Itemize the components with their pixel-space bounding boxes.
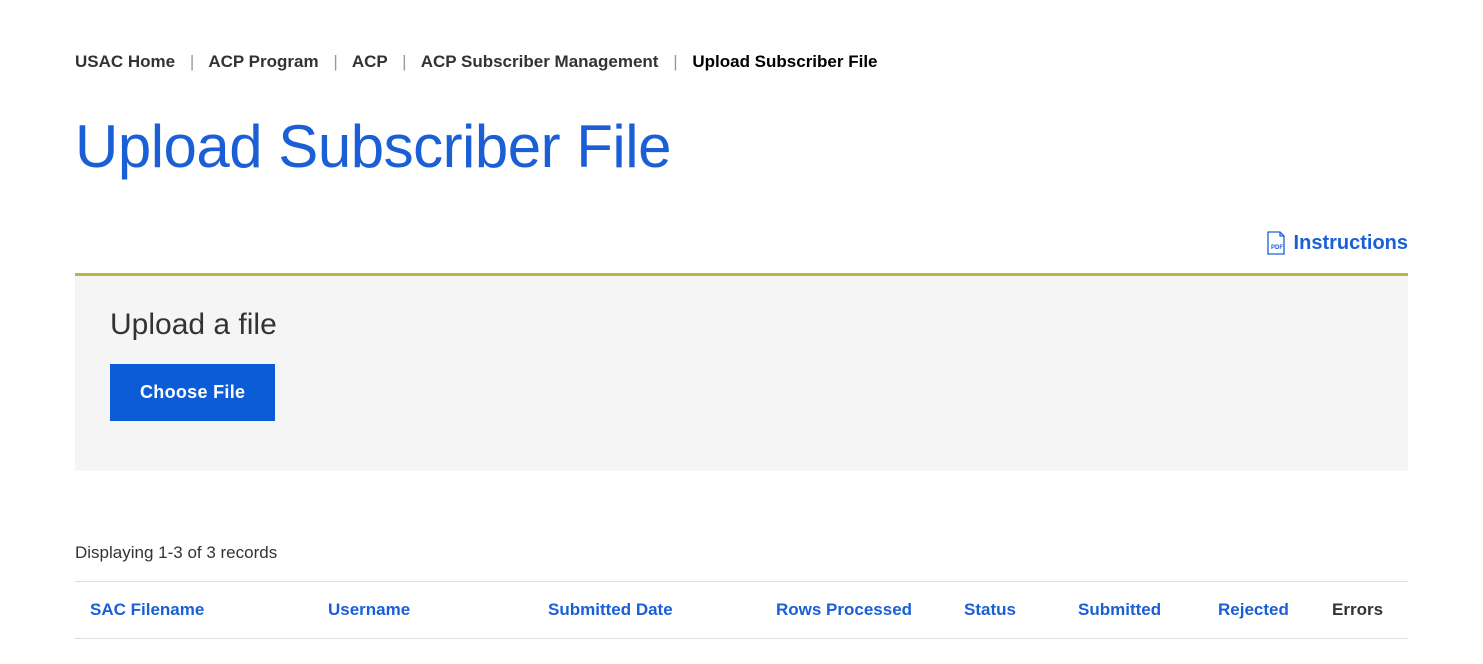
column-header-username[interactable]: Username [328, 600, 548, 620]
column-header-sac-filename[interactable]: SAC Filename [90, 600, 328, 620]
records-count: Displaying 1-3 of 3 records [75, 543, 1408, 563]
svg-text:PDF: PDF [1271, 245, 1283, 251]
column-header-status[interactable]: Status [964, 600, 1078, 620]
instructions-link[interactable]: PDF Instructions [1266, 231, 1408, 255]
column-header-submitted-date[interactable]: Submitted Date [548, 600, 776, 620]
choose-file-button[interactable]: Choose File [110, 364, 275, 421]
breadcrumb-link-usac-home[interactable]: USAC Home [75, 52, 175, 71]
breadcrumb-link-acp-subscriber-management[interactable]: ACP Subscriber Management [421, 52, 659, 71]
breadcrumb-separator: | [190, 52, 194, 71]
upload-heading: Upload a file [110, 308, 1373, 342]
column-header-submitted[interactable]: Submitted [1078, 600, 1218, 620]
breadcrumb: USAC Home | ACP Program | ACP | ACP Subs… [75, 52, 1408, 72]
breadcrumb-link-acp[interactable]: ACP [352, 52, 388, 71]
column-header-errors: Errors [1332, 600, 1392, 620]
table-header: SAC Filename Username Submitted Date Row… [75, 582, 1408, 638]
breadcrumb-link-acp-program[interactable]: ACP Program [208, 52, 318, 71]
breadcrumb-current: Upload Subscriber File [692, 52, 877, 71]
column-header-rows-processed[interactable]: Rows Processed [776, 600, 964, 620]
breadcrumb-separator: | [673, 52, 677, 71]
breadcrumb-separator: | [333, 52, 337, 71]
instructions-label: Instructions [1294, 232, 1408, 255]
column-header-rejected[interactable]: Rejected [1218, 600, 1332, 620]
pdf-icon: PDF [1266, 231, 1286, 255]
page-title: Upload Subscriber File [75, 112, 1408, 181]
upload-section: Upload a file Choose File [75, 273, 1408, 471]
breadcrumb-separator: | [402, 52, 406, 71]
